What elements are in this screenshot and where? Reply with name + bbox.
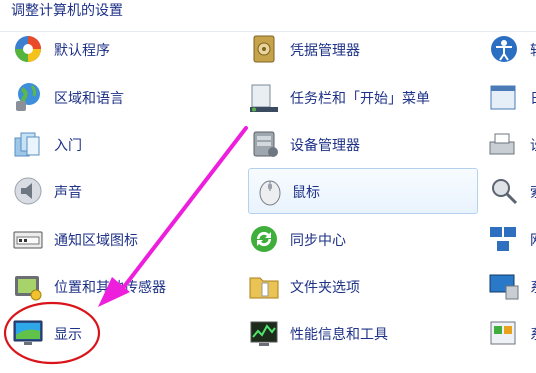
item-label: 任务栏和「开始」菜单 (290, 91, 430, 107)
device-manager-icon (248, 128, 280, 160)
item-label: 通知区域图标 (54, 233, 138, 249)
item-ease-of-access[interactable]: 轻 (488, 27, 536, 71)
item-label: 文件夹选项 (290, 280, 360, 296)
item-region-language[interactable]: 区域和语言 (12, 75, 232, 119)
ease-of-access-icon (488, 33, 520, 65)
item-label: 设备管理器 (290, 138, 360, 154)
item-mouse[interactable]: 鼠标 (248, 168, 478, 214)
item-getting-started[interactable]: 入门 (12, 122, 232, 166)
notification-area-icon (12, 223, 44, 255)
item-label: 索 (530, 182, 536, 202)
item-label: 网 (530, 230, 536, 250)
item-label: 入门 (54, 138, 82, 154)
item-display[interactable]: 显示 (12, 311, 232, 355)
indexing-options-icon (488, 175, 520, 207)
item-system-tools[interactable]: 系 (488, 311, 536, 355)
folder-options-icon (248, 270, 280, 302)
item-sound[interactable]: 声音 (12, 169, 232, 213)
mouse-icon (254, 175, 286, 207)
item-device-manager[interactable]: 设备管理器 (248, 122, 478, 166)
item-label: 默认程序 (54, 43, 110, 59)
item-label: 系 (530, 277, 536, 297)
default-programs-icon (12, 33, 44, 65)
item-performance-tools[interactable]: 性能信息和工具 (248, 311, 478, 355)
item-label: 声音 (54, 185, 82, 201)
item-system[interactable]: 系 (488, 264, 536, 308)
sound-icon (12, 175, 44, 207)
region-language-icon (12, 81, 44, 113)
page-title: 调整计算机的设置 (11, 3, 123, 19)
item-taskbar-start-menu[interactable]: 任务栏和「开始」菜单 (248, 75, 478, 119)
item-date-time[interactable]: 日 (488, 75, 536, 119)
item-label: 日 (530, 88, 536, 108)
item-label: 鼠标 (292, 185, 320, 201)
devices-printers-icon (488, 128, 520, 160)
item-sync-center[interactable]: 同步中心 (248, 217, 478, 261)
performance-tools-icon (248, 317, 280, 349)
sync-center-icon (248, 223, 280, 255)
item-credential-manager[interactable]: 凭据管理器 (248, 27, 478, 71)
location-sensors-icon (12, 270, 44, 302)
item-indexing-options[interactable]: 索 (488, 169, 536, 213)
item-label: 凭据管理器 (290, 43, 360, 59)
item-devices-printers[interactable]: 设 (488, 122, 536, 166)
item-default-programs[interactable]: 默认程序 (12, 27, 232, 71)
item-label: 系 (530, 324, 536, 344)
item-location-sensors[interactable]: 位置和其他传感器 (12, 264, 232, 308)
item-notification-area[interactable]: 通知区域图标 (12, 217, 232, 261)
item-label: 同步中心 (290, 233, 346, 249)
item-label: 区域和语言 (54, 91, 124, 107)
network-icon (488, 223, 520, 255)
page-header: 调整计算机的设置 (0, 0, 536, 26)
item-label: 性能信息和工具 (290, 327, 388, 343)
item-folder-options[interactable]: 文件夹选项 (248, 264, 478, 308)
item-label: 轻 (530, 40, 536, 60)
item-label: 显示 (54, 327, 82, 343)
item-label: 位置和其他传感器 (54, 280, 166, 296)
date-time-icon (488, 81, 520, 113)
taskbar-start-menu-icon (248, 81, 280, 113)
display-icon (12, 317, 44, 349)
item-label: 设 (530, 135, 536, 155)
getting-started-icon (12, 128, 44, 160)
credential-manager-icon (248, 33, 280, 65)
system-icon (488, 270, 520, 302)
system-tools-icon (488, 317, 520, 349)
item-network[interactable]: 网 (488, 217, 536, 261)
